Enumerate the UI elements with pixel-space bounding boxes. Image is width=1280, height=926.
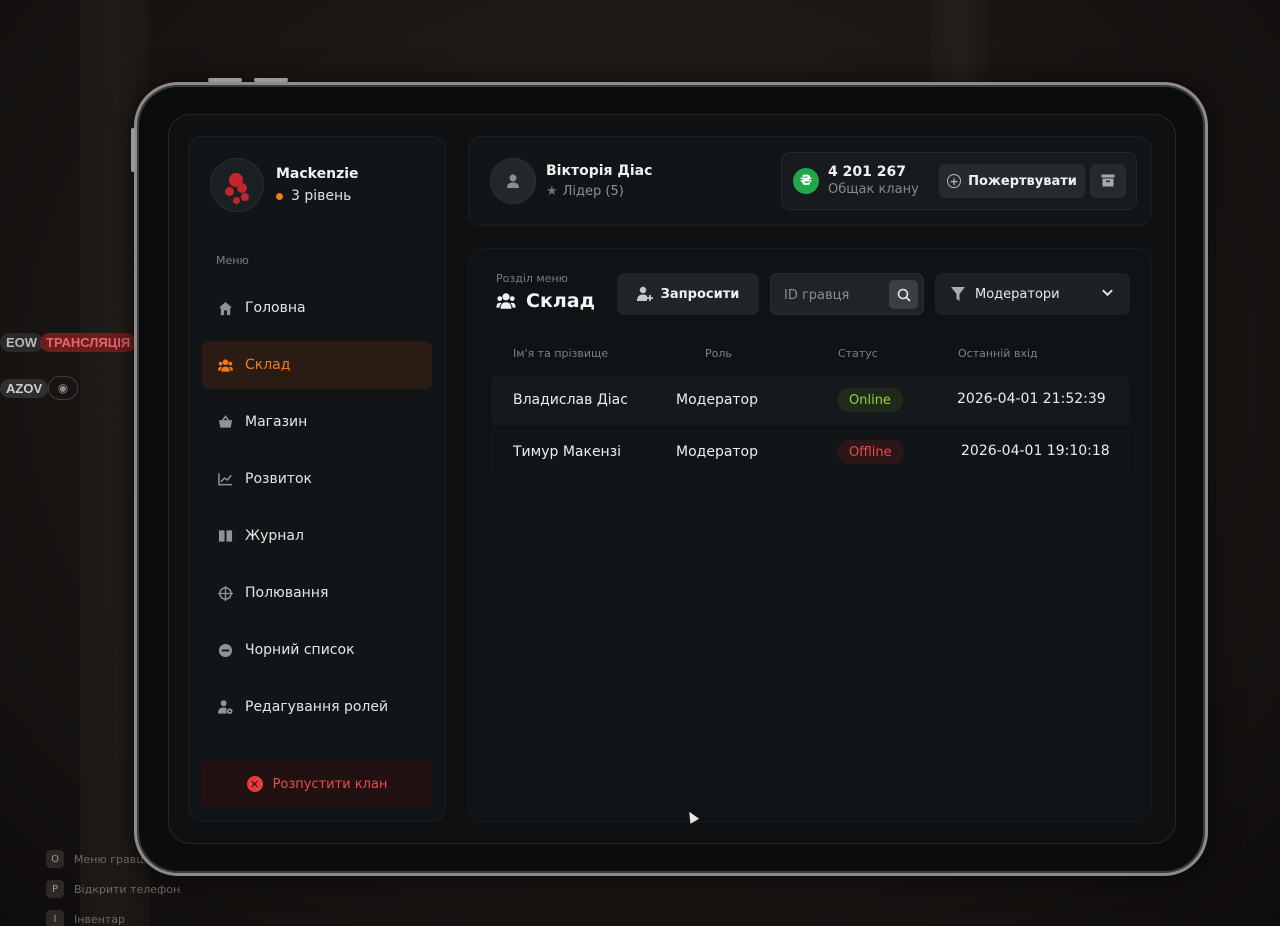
member-role: Модератор bbox=[676, 444, 759, 460]
sidebar-item-hunting[interactable]: Полювання bbox=[202, 569, 432, 617]
profile-level: 3 рівень bbox=[276, 188, 359, 204]
disband-clan-button[interactable]: ✕ Розпустити клан bbox=[202, 761, 432, 807]
sidebar-item-label: Журнал bbox=[245, 528, 304, 544]
sidebar-item-label: Чорний список bbox=[245, 642, 355, 658]
users-icon bbox=[496, 292, 516, 310]
member-role: Модератор bbox=[676, 392, 759, 408]
search-icon bbox=[897, 288, 911, 302]
hryvnia-coin-icon: ₴ bbox=[793, 168, 819, 194]
archive-button[interactable] bbox=[1090, 164, 1126, 198]
home-icon bbox=[218, 301, 233, 316]
star-icon: ★ bbox=[546, 184, 558, 199]
basket-icon bbox=[218, 415, 233, 430]
disband-clan-label: Розпустити клан bbox=[272, 776, 388, 792]
clan-bank-amount: 4 201 267 bbox=[828, 164, 906, 180]
add-user-icon bbox=[636, 286, 653, 302]
status-badge: Offline bbox=[837, 440, 904, 464]
archive-icon bbox=[1101, 172, 1115, 191]
sidebar-item-home[interactable]: Головна bbox=[202, 284, 432, 332]
content-panel bbox=[468, 248, 1152, 822]
hint-key: O bbox=[46, 850, 64, 868]
level-dot-icon bbox=[276, 192, 283, 200]
hud-tag-broadcast: ТРАНСЛЯЦІЯ bbox=[40, 333, 137, 352]
sidebar-item-squad[interactable]: Склад bbox=[202, 341, 432, 389]
profile-level-label: 3 рівень bbox=[291, 188, 352, 204]
hint-key: I bbox=[46, 910, 64, 926]
filter-icon bbox=[951, 287, 965, 301]
sidebar-item-label: Головна bbox=[245, 300, 306, 316]
donate-label: Пожертвувати bbox=[968, 173, 1077, 189]
section-caption: Розділ меню bbox=[496, 272, 568, 285]
sidebar-item-label: Розвиток bbox=[245, 471, 312, 487]
profile-card: Mackenzie 3 рівень bbox=[210, 158, 359, 212]
status-badge: Online bbox=[837, 388, 903, 412]
column-header-last-login: Останній вхід bbox=[958, 347, 1038, 360]
crosshair-icon bbox=[218, 585, 233, 601]
sidebar-item-blacklist[interactable]: Чорний список bbox=[202, 626, 432, 674]
member-last-login: 2026-04-01 21:52:39 bbox=[957, 391, 1106, 407]
clan-bank-label: Общак клану bbox=[828, 182, 919, 197]
sidebar-item-label: Склад bbox=[245, 357, 291, 373]
invite-button[interactable]: Запросити bbox=[617, 273, 759, 315]
hud-tag: AZOV bbox=[0, 379, 49, 398]
hint-label: Інвентар bbox=[74, 912, 126, 926]
profile-name: Mackenzie bbox=[276, 166, 359, 182]
leader-name: Вікторія Діас bbox=[546, 163, 653, 179]
menu-caption: Меню bbox=[216, 254, 249, 267]
sidebar-item-development[interactable]: Розвиток bbox=[202, 455, 432, 503]
hint-label: Відкрити телефон bbox=[74, 882, 181, 896]
member-name: Тимур Макензі bbox=[513, 444, 622, 460]
invite-label: Запросити bbox=[660, 286, 740, 302]
page-title-label: Склад bbox=[526, 290, 595, 312]
sidebar-item-shop[interactable]: Магазин bbox=[202, 398, 432, 446]
chart-icon bbox=[218, 472, 233, 487]
tablet-power-button bbox=[131, 128, 135, 172]
avatar bbox=[210, 158, 264, 212]
plus-circle-icon: + bbox=[947, 174, 962, 188]
hint-open-phone: P Відкрити телефон bbox=[46, 880, 180, 898]
hint-label: Меню гравця bbox=[74, 852, 151, 866]
sidebar-item-label: Редагування ролей bbox=[245, 699, 389, 715]
hud-tag: EOW bbox=[0, 333, 44, 352]
eye-icon: ◉ bbox=[48, 376, 78, 400]
hint-inventory: I Інвентар bbox=[46, 910, 125, 926]
donate-button[interactable]: + Пожертвувати bbox=[939, 164, 1085, 198]
page-title: Склад bbox=[496, 290, 595, 312]
search-button[interactable] bbox=[889, 280, 918, 309]
users-icon bbox=[218, 358, 233, 373]
role-filter-select[interactable]: Модератори bbox=[935, 273, 1130, 315]
sidebar-item-label: Полювання bbox=[245, 585, 329, 601]
user-icon bbox=[490, 158, 536, 204]
sidebar-item-edit-roles[interactable]: Редагування ролей bbox=[202, 683, 432, 731]
filter-value: Модератори bbox=[975, 286, 1060, 302]
tablet-volume-button bbox=[208, 78, 242, 82]
member-name: Владислав Діас bbox=[513, 392, 628, 408]
column-header-status: Статус bbox=[838, 347, 878, 360]
tablet-volume-button bbox=[254, 78, 288, 82]
leader-role: ★ Лідер (5) bbox=[546, 184, 652, 199]
user-gear-icon bbox=[218, 700, 233, 715]
block-icon bbox=[218, 643, 233, 658]
sidebar-item-journal[interactable]: Журнал bbox=[202, 512, 432, 560]
close-icon: ✕ bbox=[246, 776, 263, 792]
hint-key: P bbox=[46, 880, 64, 898]
player-id-search-input[interactable] bbox=[784, 285, 884, 305]
hint-player-menu: O Меню гравця bbox=[46, 850, 150, 868]
column-header-role: Роль bbox=[705, 347, 732, 360]
chevron-down-icon bbox=[1101, 286, 1114, 303]
book-icon bbox=[218, 529, 233, 544]
leader-role-label: Лідер (5) bbox=[562, 184, 624, 199]
sidebar-item-label: Магазин bbox=[245, 414, 308, 430]
leader-card: Вікторія Діас ★ Лідер (5) bbox=[490, 158, 652, 204]
member-last-login: 2026-04-01 19:10:18 bbox=[961, 443, 1110, 459]
column-header-name: Ім'я та прізвище bbox=[513, 347, 609, 360]
